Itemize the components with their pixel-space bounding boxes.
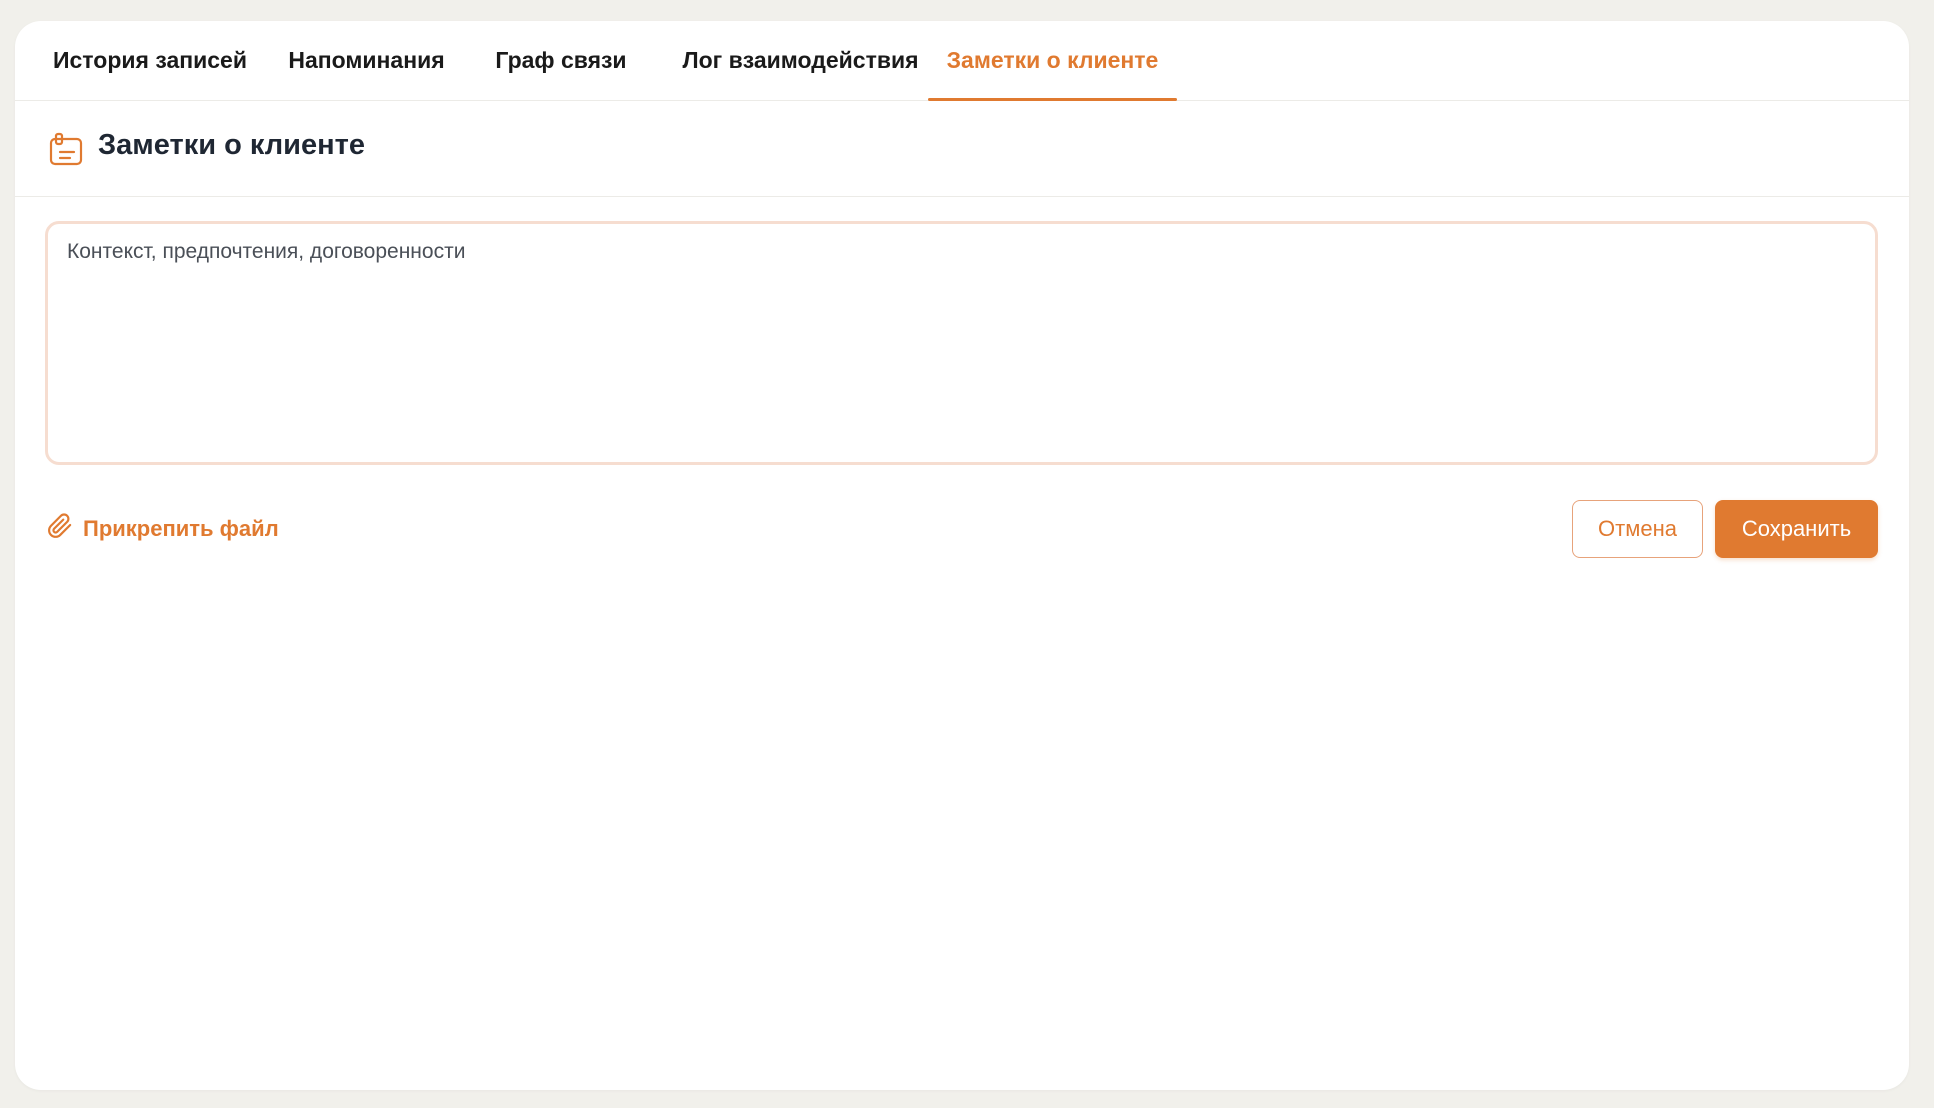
attach-file-link[interactable]: Прикрепить файл (47, 513, 279, 545)
tab-interaction-log-label: Лог взаимодействия (682, 47, 919, 73)
tab-interaction-log[interactable]: Лог взаимодействия (673, 21, 928, 100)
notes-card: История записей Напоминания Граф связи Л… (15, 21, 1909, 1090)
tab-reminders[interactable]: Напоминания (283, 21, 450, 100)
tab-connection-graph[interactable]: Граф связи (483, 21, 639, 100)
notes-input[interactable] (45, 221, 1878, 465)
tab-reminders-label: Напоминания (288, 47, 445, 73)
tab-connection-graph-label: Граф связи (495, 47, 627, 73)
page-title: Заметки о клиенте (98, 129, 365, 161)
save-button[interactable]: Сохранить (1715, 500, 1878, 558)
cancel-button[interactable]: Отмена (1572, 500, 1703, 558)
attach-file-label: Прикрепить файл (83, 516, 279, 541)
tab-history-label: История записей (52, 47, 247, 73)
tab-client-notes[interactable]: Заметки о клиенте (928, 21, 1177, 101)
tab-client-notes-label: Заметки о клиенте (946, 47, 1159, 73)
paperclip-icon (47, 513, 73, 545)
tab-bar: История записей Напоминания Граф связи Л… (15, 21, 1909, 101)
tab-history[interactable]: История записей (50, 21, 250, 100)
section-header: Заметки о клиенте (15, 101, 1909, 197)
clipboard-note-icon (48, 132, 84, 168)
